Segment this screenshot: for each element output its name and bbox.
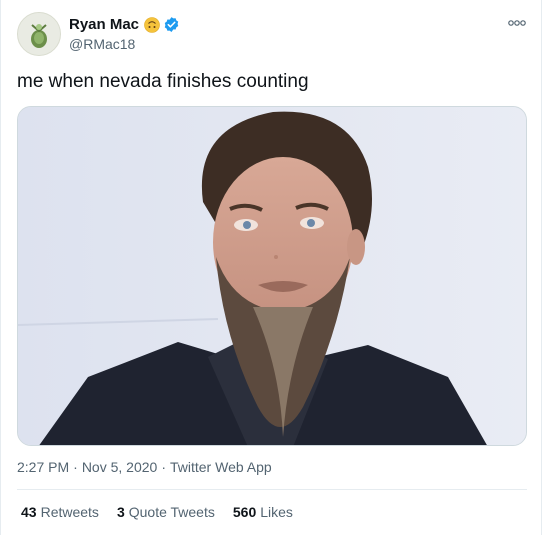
retweets-count: 43 [21, 504, 37, 520]
user-handle[interactable]: @RMac18 [69, 36, 135, 52]
tweet-metadata: 2:27 PM · Nov 5, 2020 · Twitter Web App [17, 459, 272, 475]
separator: · [73, 459, 78, 475]
tweet-time[interactable]: 2:27 PM [17, 459, 69, 475]
retweets-label: Retweets [40, 504, 99, 520]
photo-image [18, 107, 526, 445]
tweet-text: me when nevada finishes counting [17, 71, 309, 92]
upside-down-face-icon [144, 16, 160, 33]
tweet-header: Ryan Mac @RMac18 [17, 12, 527, 56]
tweet-source[interactable]: Twitter Web App [170, 459, 272, 475]
name-row: Ryan Mac [69, 16, 180, 33]
retweets-stat[interactable]: 43 Retweets [21, 504, 99, 520]
avatar-image [18, 13, 60, 55]
tweet-media-photo[interactable] [17, 106, 527, 446]
likes-stat[interactable]: 560 Likes [233, 504, 293, 520]
quote-tweets-label: Quote Tweets [128, 504, 215, 520]
tweet-stats: 43 Retweets 3 Quote Tweets 560 Likes [21, 504, 311, 520]
avatar[interactable] [17, 12, 61, 56]
tweet-card: Ryan Mac @RMac18 me when nevada finishes… [0, 0, 542, 535]
verified-badge-icon [163, 16, 180, 33]
quote-tweets-stat[interactable]: 3 Quote Tweets [117, 504, 215, 520]
separator: · [161, 459, 166, 475]
likes-count: 560 [232, 504, 257, 520]
likes-label: Likes [260, 504, 293, 520]
more-options-icon[interactable] [507, 16, 527, 30]
divider [17, 489, 527, 490]
display-name[interactable]: Ryan Mac [69, 16, 139, 33]
quote-tweets-count: 3 [116, 504, 125, 520]
tweet-date[interactable]: Nov 5, 2020 [82, 459, 158, 475]
